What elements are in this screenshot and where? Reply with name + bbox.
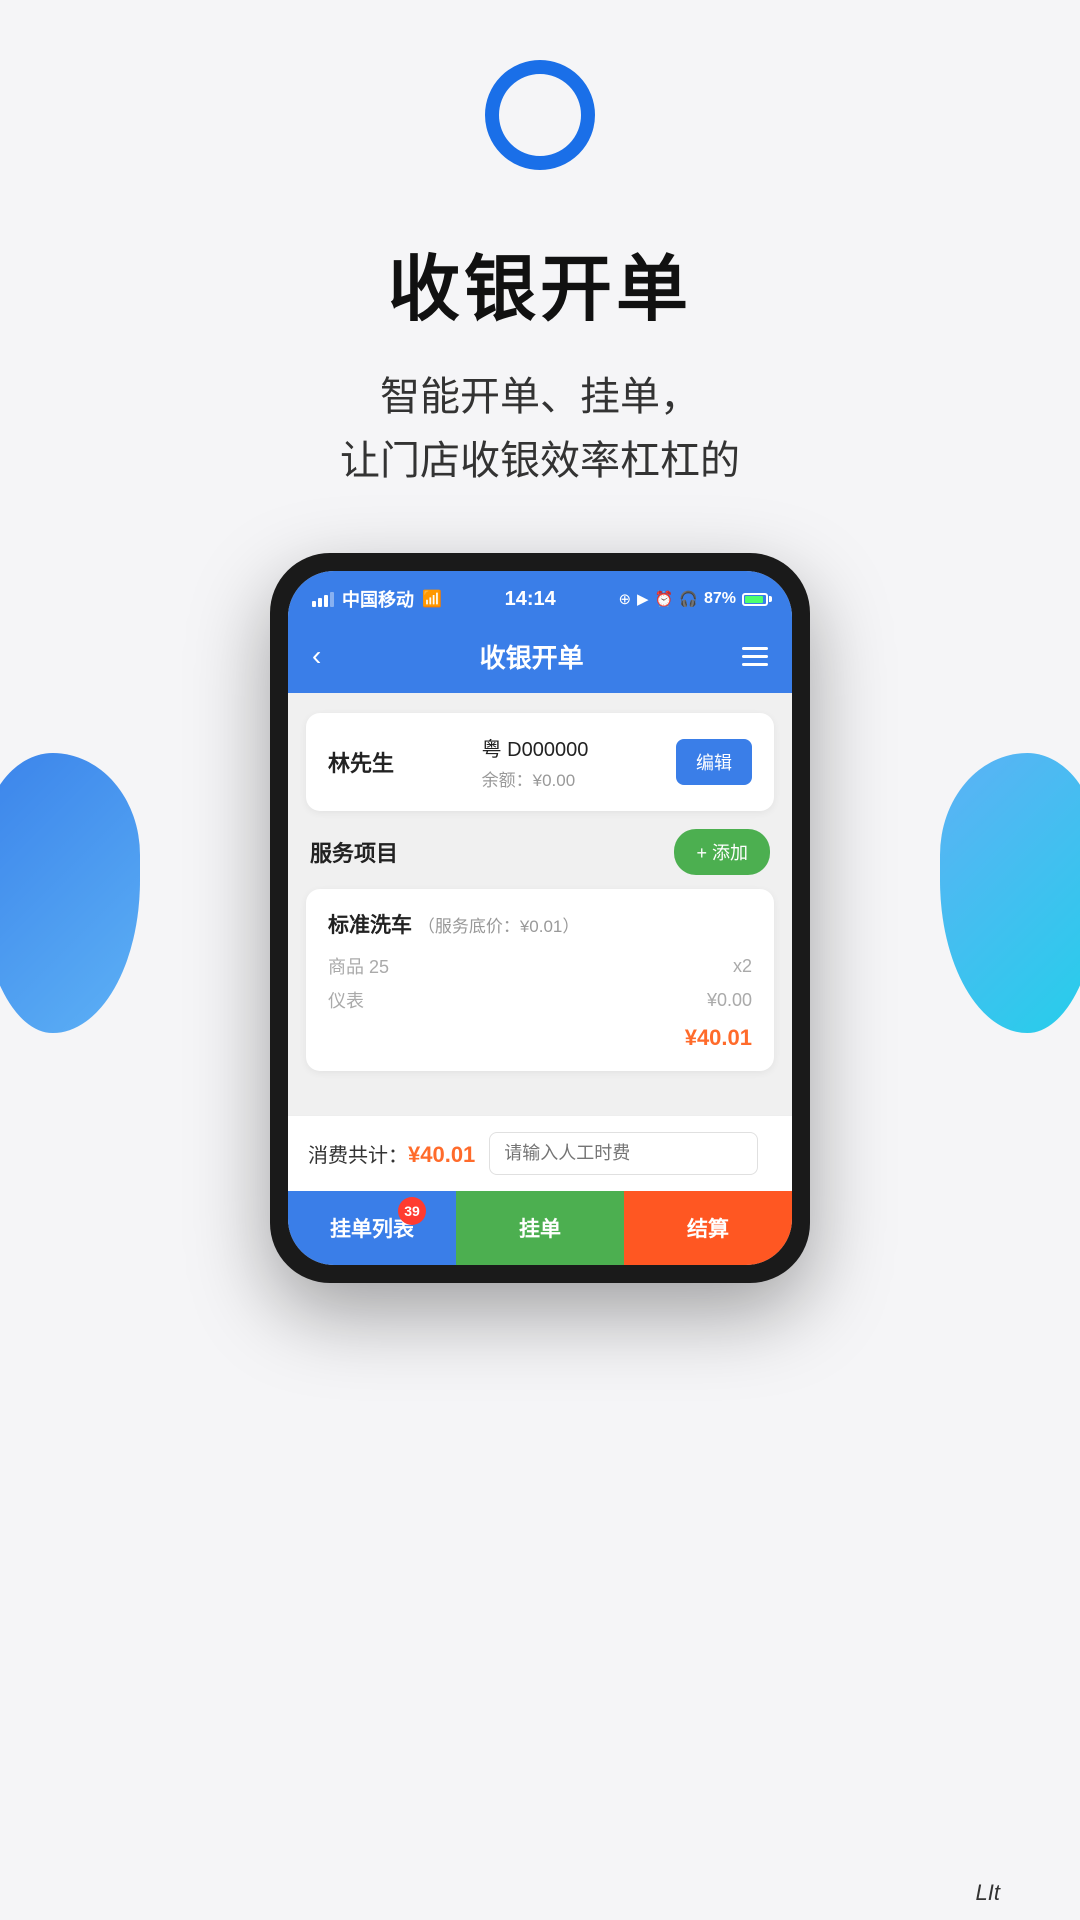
back-button[interactable]: ‹: [312, 640, 321, 672]
watermark-text: LIt: [976, 1880, 1000, 1906]
service-price-hint: （服务底价：¥0.01）: [418, 917, 580, 936]
service-header: 服务项目 + 添加: [306, 829, 774, 875]
badge-count: 39: [398, 1197, 426, 1225]
service-label: 服务项目: [310, 836, 398, 868]
customer-name-section: 林先生: [328, 746, 394, 778]
row2-value: ¥0.00: [707, 990, 752, 1011]
app-header: ‹ 收银开单: [288, 623, 792, 693]
menu-button[interactable]: [742, 647, 768, 666]
service-row-2: 仪表 ¥0.00: [328, 987, 752, 1013]
customer-vehicle-section: 粤 D000000 余额：¥0.00: [482, 733, 589, 791]
bottom-summary: 消费共计：¥40.01 元: [288, 1115, 792, 1191]
service-total: ¥40.01: [328, 1025, 752, 1051]
yuan-label: 元: [750, 1141, 758, 1167]
app-content: 林先生 粤 D000000 余额：¥0.00 编辑 服务项目 + 添加: [288, 693, 792, 1109]
bottom-buttons: 挂单列表 39 挂单 结算: [288, 1191, 792, 1265]
cortana-icon: [485, 60, 595, 170]
edit-button[interactable]: 编辑: [676, 739, 752, 785]
total-label: 消费共计：¥40.01: [308, 1139, 475, 1168]
battery-text: 87%: [704, 590, 736, 608]
main-title: 收银开单: [388, 230, 692, 335]
total-amount: ¥40.01: [408, 1142, 475, 1167]
headphone-icon: 🎧: [679, 590, 698, 608]
service-row-1: 商品 25 x2: [328, 953, 752, 979]
gps-icon: ▶: [637, 590, 649, 608]
status-right: ⊕ ▶ ⏰ 🎧 87%: [618, 590, 768, 608]
customer-name: 林先生: [328, 746, 394, 778]
signal-icon: [312, 591, 334, 607]
top-section: 收银开单 智能开单、挂单， 让门店收银效率杠杠的: [0, 0, 1080, 493]
battery-icon: [742, 593, 768, 606]
service-total-amount: ¥40.01: [685, 1025, 752, 1051]
blob-left: [0, 753, 140, 1033]
row2-label: 仪表: [328, 987, 364, 1013]
plate-number: 粤 D000000: [482, 733, 589, 762]
status-left: 中国移动 📶: [312, 586, 442, 612]
wifi-icon: 📶: [422, 589, 442, 609]
row1-value: x2: [733, 956, 752, 977]
status-time: 14:14: [505, 588, 556, 611]
checkout-button[interactable]: 结算: [624, 1191, 792, 1265]
phone-wrapper: 中国移动 📶 14:14 ⊕ ▶ ⏰ 🎧 87% ‹ 收银开: [0, 553, 1080, 1283]
labor-input-wrapper[interactable]: 元: [489, 1132, 758, 1175]
blob-right: [940, 753, 1080, 1033]
labor-input[interactable]: [490, 1133, 750, 1174]
alarm-icon: ⏰: [655, 590, 674, 608]
hang-button[interactable]: 挂单: [456, 1191, 624, 1265]
phone-screen: 中国移动 📶 14:14 ⊕ ▶ ⏰ 🎧 87% ‹ 收银开: [288, 571, 792, 1265]
carrier-label: 中国移动: [342, 586, 414, 612]
customer-card: 林先生 粤 D000000 余额：¥0.00 编辑: [306, 713, 774, 811]
hang-list-button[interactable]: 挂单列表 39: [288, 1191, 456, 1265]
service-card: 标准洗车 （服务底价：¥0.01） 商品 25 x2 仪表 ¥0.00 ¥40.…: [306, 889, 774, 1071]
service-name: 标准洗车 （服务底价：¥0.01）: [328, 909, 752, 939]
subtitle: 智能开单、挂单， 让门店收银效率杠杠的: [340, 365, 740, 493]
add-service-button[interactable]: + 添加: [674, 829, 770, 875]
status-bar: 中国移动 📶 14:14 ⊕ ▶ ⏰ 🎧 87%: [288, 571, 792, 623]
balance-label: 余额：¥0.00: [482, 766, 576, 791]
location-icon: ⊕: [618, 590, 631, 608]
row1-label: 商品 25: [328, 953, 389, 979]
phone-frame: 中国移动 📶 14:14 ⊕ ▶ ⏰ 🎧 87% ‹ 收银开: [270, 553, 810, 1283]
app-header-title: 收银开单: [480, 638, 584, 675]
